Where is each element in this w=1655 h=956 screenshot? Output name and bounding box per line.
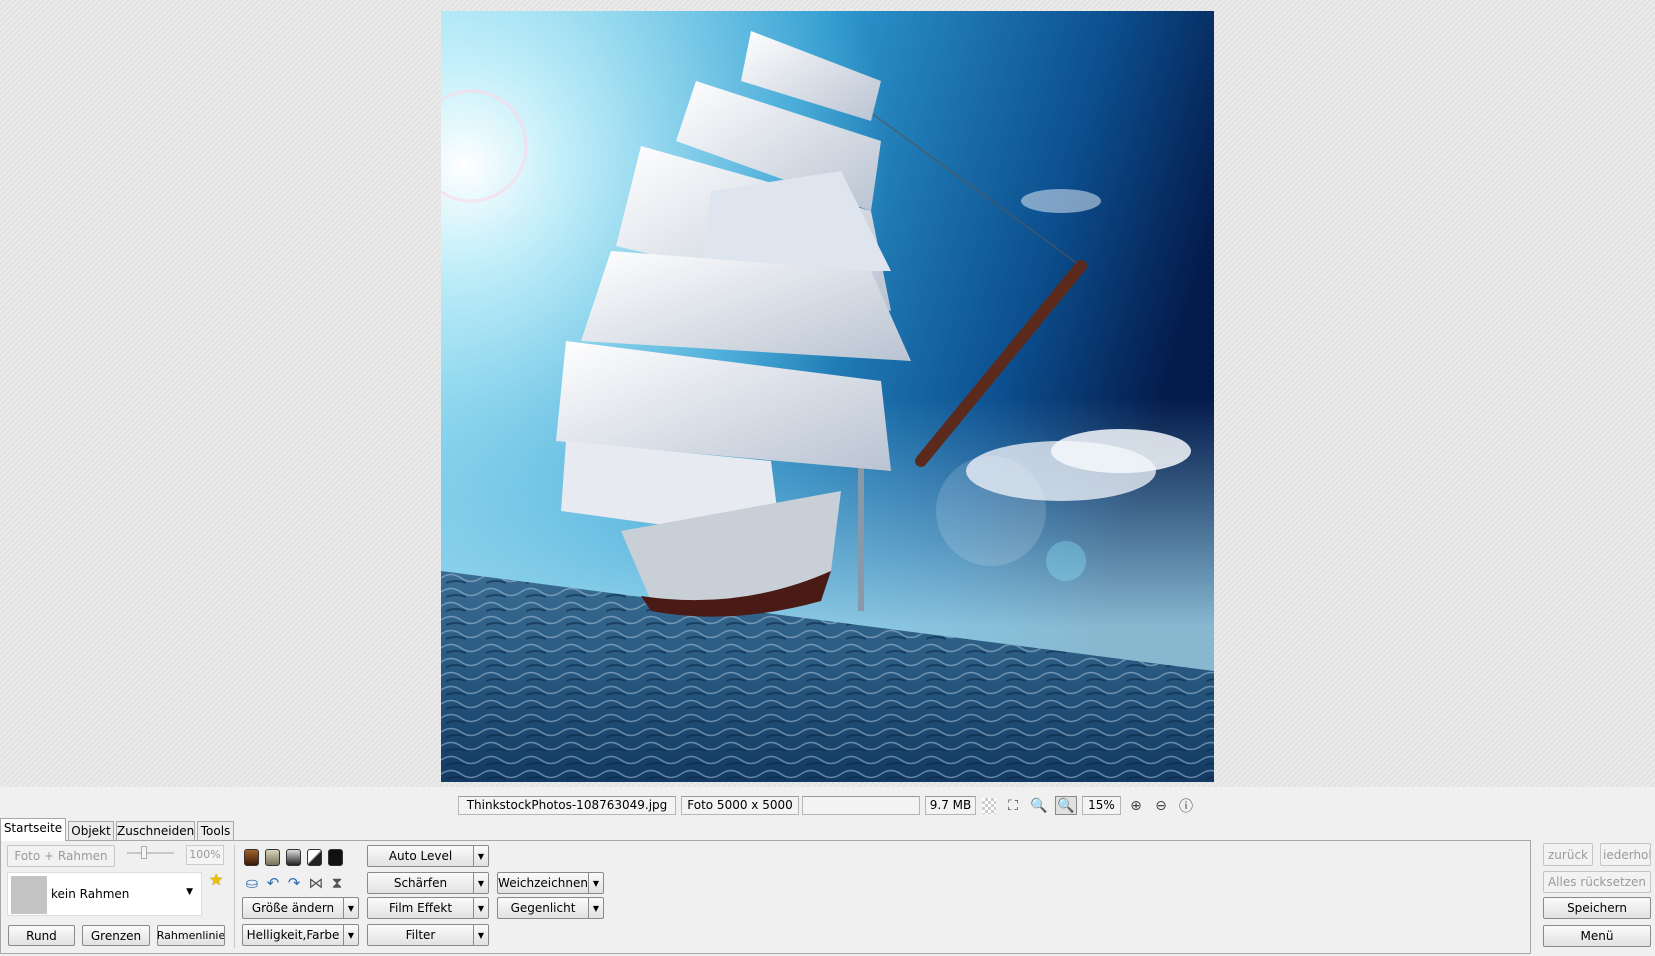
weichzeichnen-button[interactable]: Weichzeichnen ▼ — [497, 872, 604, 894]
tab-objekt[interactable]: Objekt — [68, 821, 114, 840]
dropdown-arrow-icon[interactable]: ▼ — [474, 845, 489, 867]
dropdown-arrow-icon[interactable]: ▼ — [344, 897, 359, 919]
rotate-left-icon[interactable]: ↶ — [264, 873, 282, 892]
zoom-out-icon[interactable]: ⊖ — [1152, 796, 1170, 815]
star-icon[interactable]: ★ — [209, 870, 223, 889]
groesse-aendern-button[interactable]: Größe ändern ▼ — [242, 897, 359, 919]
vintage-swatch[interactable] — [265, 849, 280, 866]
zoom-in-icon[interactable]: ⊕ — [1127, 796, 1145, 815]
transparency-icon[interactable] — [982, 798, 996, 814]
slider-handle[interactable] — [141, 846, 147, 859]
filesize-field: 9.7 MB — [925, 796, 976, 815]
info-icon[interactable]: ⓘ — [1177, 796, 1195, 815]
flip-vertical-icon[interactable]: ⧗ — [328, 873, 346, 892]
tools-panel — [0, 840, 1531, 954]
filter-button[interactable]: Filter ▼ — [367, 924, 489, 946]
tab-zuschneiden[interactable]: Zuschneiden — [116, 821, 195, 840]
gegenlicht-button[interactable]: Gegenlicht ▼ — [497, 897, 604, 919]
film-effekt-button[interactable]: Film Effekt ▼ — [367, 897, 489, 919]
frame-select[interactable]: kein Rahmen ▼ — [7, 872, 202, 916]
schaerfen-button[interactable]: Schärfen ▼ — [367, 872, 489, 894]
menu-button[interactable]: Menü — [1543, 925, 1651, 947]
filename-field: ThinkstockPhotos-108763049.jpg — [458, 796, 676, 815]
tab-startseite[interactable]: Startseite — [0, 818, 66, 841]
dropdown-arrow-icon[interactable]: ▼ — [589, 897, 604, 919]
save-button[interactable]: Speichern — [1543, 897, 1651, 919]
photo-canvas[interactable] — [441, 11, 1214, 782]
invert-swatch[interactable] — [328, 849, 343, 866]
ship-photo — [441, 11, 1214, 782]
chevron-down-icon: ▼ — [186, 887, 193, 897]
frame-select-value: kein Rahmen — [51, 887, 130, 901]
auto-level-button[interactable]: Auto Level ▼ — [367, 845, 489, 867]
dropdown-arrow-icon[interactable]: ▼ — [474, 897, 489, 919]
zoom-level-field[interactable]: 15% — [1082, 796, 1121, 815]
contrast-swatch[interactable] — [307, 849, 322, 866]
dimensions-field: Foto 5000 x 5000 — [681, 796, 799, 815]
frame-percent-field[interactable]: 100% — [186, 845, 224, 865]
frame-size-slider[interactable] — [127, 846, 174, 859]
dropdown-arrow-icon[interactable]: ▼ — [589, 872, 604, 894]
reset-all-button[interactable]: Alles rücksetzen — [1543, 871, 1651, 893]
sepia-swatch[interactable] — [244, 849, 259, 866]
dropdown-arrow-icon[interactable]: ▼ — [474, 872, 489, 894]
zoom-actual-size-icon[interactable]: 🔍 — [1030, 796, 1048, 815]
redo-button[interactable]: iederholen — [1600, 843, 1651, 866]
dropdown-arrow-icon[interactable]: ▼ — [474, 924, 489, 946]
fit-screen-icon[interactable]: ⛶ — [1004, 796, 1022, 815]
flip-horizontal-icon[interactable]: ⋈ — [307, 873, 325, 892]
dropdown-arrow-icon[interactable]: ▼ — [344, 924, 359, 946]
frame-preview — [11, 876, 47, 914]
tab-tools[interactable]: Tools — [197, 821, 234, 840]
rotate-right-icon[interactable]: ↷ — [285, 873, 303, 892]
status-empty-field — [802, 796, 920, 815]
scan-icon[interactable]: ⛀ — [243, 873, 261, 892]
rund-button[interactable]: Rund — [8, 925, 75, 946]
rahmenlinie-button[interactable]: Rahmenlinie — [157, 925, 225, 946]
foto-rahmen-button[interactable]: Foto + Rahmen — [7, 845, 115, 867]
grayscale-swatch[interactable] — [286, 849, 301, 866]
grenzen-button[interactable]: Grenzen — [82, 925, 150, 946]
zoom-fit-icon[interactable]: 🔍 — [1055, 796, 1077, 815]
undo-button[interactable]: zurück — [1543, 843, 1593, 866]
divider — [234, 845, 235, 948]
helligkeit-farbe-button[interactable]: Helligkeit,Farbe ▼ — [242, 924, 359, 946]
